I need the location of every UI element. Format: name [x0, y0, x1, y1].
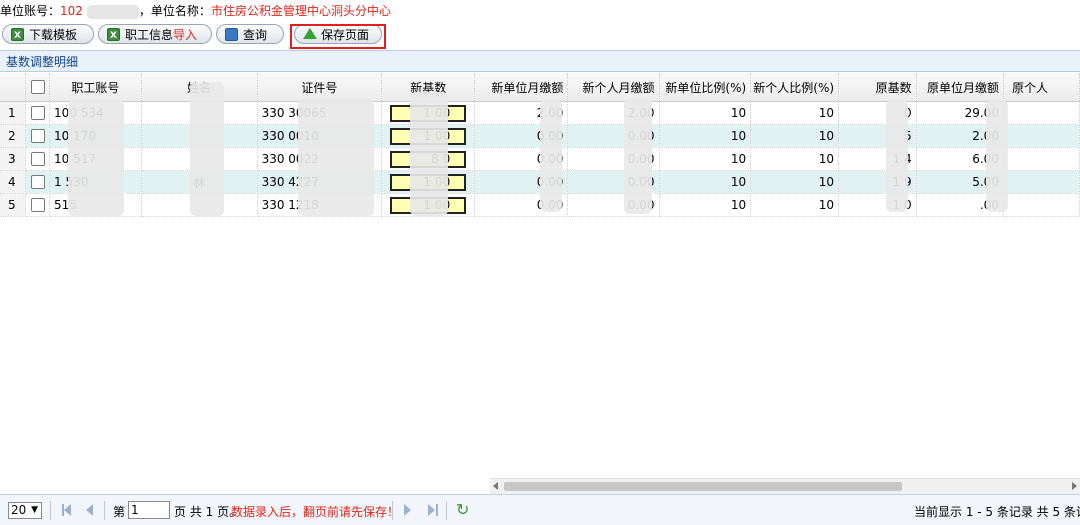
import-label: 导入 [173, 28, 198, 42]
unit-ratio-cell: 10 [659, 170, 752, 194]
pager-separator [446, 501, 447, 520]
pager-separator [50, 501, 51, 520]
row-number: 5 [0, 193, 27, 217]
old-personal-cell [1003, 101, 1080, 125]
import-employee-info-button[interactable]: 职工信息导入 [98, 24, 212, 46]
redaction-mask [190, 82, 224, 216]
row-checkbox[interactable] [30, 106, 45, 121]
next-page-icon[interactable] [404, 504, 411, 516]
personal-ratio-cell: 10 [750, 101, 840, 125]
redaction-mask [624, 98, 652, 214]
prev-page-icon[interactable] [86, 504, 93, 516]
query-button[interactable]: 查询 [216, 24, 284, 44]
redaction-mask [540, 100, 562, 212]
unit-name-value: 市住房公积金管理中心洞头分中心 [210, 4, 391, 18]
row-checkbox-cell[interactable] [25, 193, 51, 217]
unit-ratio-cell: 10 [659, 124, 752, 148]
redaction-mask [886, 100, 908, 212]
refresh-icon[interactable]: ↻ [456, 500, 469, 519]
old-personal-cell [1003, 124, 1080, 148]
unit-ratio-cell: 10 [659, 193, 752, 217]
row-checkbox[interactable] [30, 198, 45, 213]
search-icon [225, 28, 238, 41]
redaction-mask [298, 98, 374, 216]
unit-ratio-cell: 10 [659, 147, 752, 171]
download-template-label: 下载模板 [29, 28, 78, 42]
pager-separator [104, 501, 105, 520]
col-header-old-unit[interactable]: 原单位月缴额 [916, 73, 1004, 102]
pager-separator [392, 501, 393, 520]
panel-title: 基数调整明细 [0, 50, 1080, 72]
row-checkbox[interactable] [30, 129, 45, 144]
page-label: 第 [113, 505, 126, 519]
col-header-personal-ratio[interactable]: 新个人比例(%) [750, 73, 840, 102]
select-all-checkbox[interactable] [30, 80, 45, 95]
unit-info-bar: 单位账号：102 ，单位名称：市住房公积金管理中心洞头分中心 [0, 0, 391, 22]
col-header-old-base[interactable]: 原基数 [838, 73, 917, 102]
last-page-icon[interactable] [428, 504, 435, 516]
row-checkbox-cell[interactable] [25, 170, 51, 194]
col-header-new-unit[interactable]: 新单位月缴额 [474, 73, 569, 102]
record-summary: 当前显示 1 - 5 条记录 共 5 条记录 [914, 505, 1080, 519]
row-number: 4 [0, 170, 27, 194]
redaction-mask [410, 92, 448, 216]
row-number: 3 [0, 147, 27, 171]
row-checkbox-cell[interactable] [25, 147, 51, 171]
redaction-mask [986, 100, 1008, 212]
save-warning: 数据录入后，翻页前请先保存！ [231, 505, 400, 519]
row-checkbox[interactable] [30, 152, 45, 167]
row-number: 2 [0, 124, 27, 148]
old-personal-cell [1003, 193, 1080, 217]
personal-ratio-cell: 10 [750, 193, 840, 217]
scrollbar-thumb[interactable] [504, 482, 902, 491]
old-personal-cell [1003, 170, 1080, 194]
save-button-highlight [290, 24, 386, 49]
row-checkbox[interactable] [30, 175, 45, 190]
row-checkbox-cell[interactable] [25, 101, 51, 125]
download-template-button[interactable]: 下载模板 [2, 24, 94, 46]
employee-info-label: 职工信息 [125, 28, 174, 42]
scroll-left-icon[interactable] [493, 482, 498, 490]
excel-icon [11, 26, 24, 46]
query-label: 查询 [243, 28, 268, 42]
scroll-right-icon[interactable] [1072, 482, 1077, 490]
row-number: 1 [0, 101, 27, 125]
account-value: 102 [60, 4, 83, 18]
horizontal-scrollbar[interactable] [490, 478, 1080, 494]
unit-ratio-cell: 10 [659, 101, 752, 125]
select-all-header[interactable] [25, 73, 51, 102]
personal-ratio-cell: 10 [750, 170, 840, 194]
col-header-account[interactable]: 职工账号 [49, 73, 142, 102]
unit-name-label: ，单位名称： [138, 4, 211, 18]
row-checkbox-cell[interactable] [25, 124, 51, 148]
last-page-bar [436, 504, 438, 516]
col-header-unit-ratio[interactable]: 新单位比例(%) [659, 73, 752, 102]
personal-ratio-cell: 10 [750, 124, 840, 148]
page-number-input[interactable]: 1 [128, 501, 170, 519]
redaction-mask [68, 100, 124, 216]
col-header-old-personal[interactable]: 原个人 [1003, 73, 1080, 102]
chevron-down-icon: ▼ [31, 505, 38, 515]
page-size-select[interactable]: 20 ▼ [8, 502, 42, 519]
personal-ratio-cell: 10 [750, 147, 840, 171]
toolbar: 下载模板 职工信息导入 查询 保存页面 [0, 22, 1080, 48]
account-label: 单位账号： [0, 4, 61, 18]
header-row: 职工账号 姓名 证件号 新基数 新单位月缴额 新个人月缴额 新单位比例(%) 新… [0, 73, 1080, 102]
pagination-bar: 20 ▼ 第 1 页 共 1 页。 数据录入后，翻页前请先保存！ ↻ 当前显示 1… [0, 494, 1080, 525]
first-page-icon[interactable] [64, 504, 71, 516]
excel-icon [107, 26, 120, 46]
rownum-header [0, 73, 27, 102]
old-personal-cell [1003, 147, 1080, 171]
blurred-account [86, 4, 139, 19]
page-size-value: 20 [11, 503, 27, 517]
